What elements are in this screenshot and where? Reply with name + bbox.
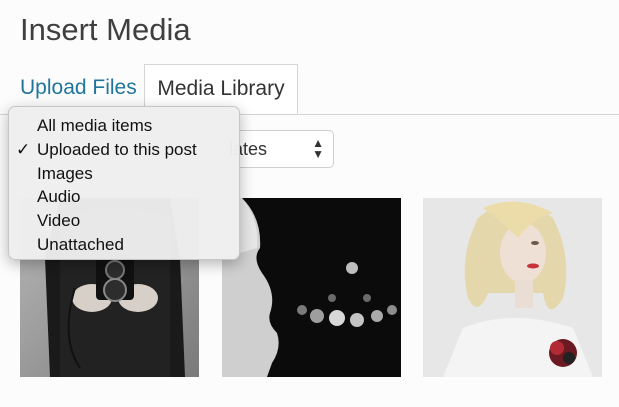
tab-media-library-label: Media Library [157, 77, 285, 100]
media-type-dropdown[interactable]: All media items ✓ Uploaded to this post … [8, 106, 240, 260]
page-title: Insert Media [20, 12, 191, 47]
media-thumbnail[interactable] [423, 198, 602, 377]
photo-blonde-woman-image [423, 198, 602, 377]
photo-profile-bokeh-image [222, 198, 401, 377]
dropdown-option-all-media[interactable]: All media items [37, 116, 152, 136]
dropdown-option-unattached[interactable]: Unattached [37, 235, 124, 255]
dropdown-option-images[interactable]: Images [37, 164, 93, 184]
dropdown-option-audio[interactable]: Audio [37, 187, 80, 207]
tab-upload-files[interactable]: Upload Files [20, 76, 137, 100]
select-arrows-icon: ▲ ▼ [312, 136, 324, 161]
dropdown-option-video[interactable]: Video [37, 211, 80, 231]
checkmark-icon: ✓ [16, 140, 31, 159]
media-thumbnail[interactable] [222, 198, 401, 377]
dropdown-option-uploaded-to-post[interactable]: Uploaded to this post [37, 140, 197, 160]
